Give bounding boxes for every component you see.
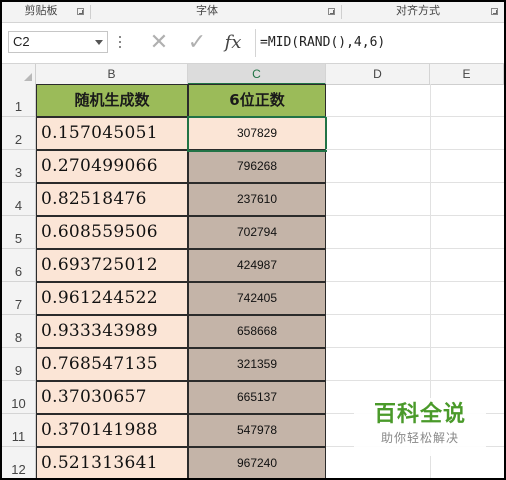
row-number: 10 xyxy=(11,396,26,411)
spreadsheet-window: 剪贴板 字体 对齐方式 C2 ✕ ✓ fx =MID(RAND(),4,6) B… xyxy=(2,2,504,478)
cell-six-digit-value[interactable]: 665137 xyxy=(188,381,326,414)
row-number: 1 xyxy=(14,99,23,114)
insert-function-icon[interactable]: fx xyxy=(220,30,246,56)
ribbon-group-label: 字体 xyxy=(196,4,218,17)
cell-six-digit-value[interactable]: 307829 xyxy=(188,117,326,150)
cell-random-value[interactable]: 0.768547135 xyxy=(36,348,188,381)
gridline xyxy=(326,314,504,315)
watermark-title: 百科全说 xyxy=(373,402,466,427)
row-header[interactable]: 1 xyxy=(2,84,35,117)
row-number: 5 xyxy=(14,231,23,246)
cell-random-value[interactable]: 0.270499066 xyxy=(36,150,188,183)
ribbon-group-clipboard[interactable]: 剪贴板 xyxy=(16,2,66,21)
gridline xyxy=(326,116,504,117)
cell-six-digit-value[interactable]: 321359 xyxy=(188,348,326,381)
font-launcher-icon[interactable] xyxy=(328,8,335,15)
row-header[interactable]: 5 xyxy=(2,216,35,249)
row-number: 3 xyxy=(14,165,23,180)
formula-bar: C2 ✕ ✓ fx =MID(RAND(),4,6) xyxy=(2,23,504,64)
name-box-value: C2 xyxy=(13,34,30,49)
column-header-d[interactable]: D xyxy=(326,64,430,84)
gridline xyxy=(326,149,504,150)
cell-six-digit-value[interactable]: 742405 xyxy=(188,282,326,315)
row-header[interactable]: 9 xyxy=(2,348,35,381)
cell-six-digit-value[interactable]: 237610 xyxy=(188,183,326,216)
ribbon-group-label: 剪贴板 xyxy=(24,4,58,17)
row-header[interactable]: 8 xyxy=(2,315,35,348)
row-number: 4 xyxy=(14,198,23,213)
drag-handle-icon[interactable] xyxy=(119,36,122,50)
cell-six-digit-value[interactable]: 424987 xyxy=(188,249,326,282)
header-cell-random[interactable]: 随机生成数 xyxy=(36,84,188,117)
row-header[interactable]: 10 xyxy=(2,381,35,414)
row-number: 2 xyxy=(14,132,23,147)
name-box[interactable]: C2 xyxy=(8,31,108,53)
row-number: 8 xyxy=(14,330,23,345)
cell-random-value[interactable]: 0.933343989 xyxy=(36,315,188,348)
row-number: 11 xyxy=(11,429,26,444)
watermark-logo: 百科全说 助你轻松解决 xyxy=(354,398,486,456)
cancel-icon[interactable]: ✕ xyxy=(146,30,172,56)
gridline xyxy=(326,380,504,381)
row-header[interactable]: 6 xyxy=(2,249,35,282)
row-header[interactable]: 2 xyxy=(2,117,35,150)
column-header-e[interactable]: E xyxy=(430,64,504,84)
alignment-launcher-icon[interactable] xyxy=(491,8,498,15)
gridline xyxy=(326,281,504,282)
gridline xyxy=(326,248,504,249)
row-headers: 1 2 3 4 5 6 7 8 9 10 11 12 xyxy=(2,84,36,478)
column-header-c[interactable]: C xyxy=(188,64,326,85)
cell-random-value[interactable]: 0.37030657 xyxy=(36,381,188,414)
enter-icon[interactable]: ✓ xyxy=(184,30,210,56)
ribbon-group-font[interactable]: 字体 xyxy=(182,2,232,21)
clipboard-launcher-icon[interactable] xyxy=(77,8,84,15)
cell-six-digit-value[interactable]: 796268 xyxy=(188,150,326,183)
row-header[interactable]: 4 xyxy=(2,183,35,216)
chevron-down-icon[interactable] xyxy=(95,40,103,45)
divider xyxy=(90,5,91,19)
divider xyxy=(255,29,256,57)
cell-random-value[interactable]: 0.693725012 xyxy=(36,249,188,282)
formula-input[interactable]: =MID(RAND(),4,6) xyxy=(260,33,385,53)
row-header[interactable]: 12 xyxy=(2,447,35,478)
row-number: 7 xyxy=(14,297,23,312)
header-cell-six-digit[interactable]: 6位正数 xyxy=(188,84,326,117)
cell-six-digit-value[interactable]: 702794 xyxy=(188,216,326,249)
cell-six-digit-value[interactable]: 967240 xyxy=(188,447,326,478)
column-header-b[interactable]: B xyxy=(36,64,188,84)
ribbon-group-label: 对齐方式 xyxy=(396,4,440,17)
ribbon-group-labels: 剪贴板 字体 对齐方式 xyxy=(2,2,504,23)
cell-random-value[interactable]: 0.961244522 xyxy=(36,282,188,315)
gridline xyxy=(326,347,504,348)
cell-random-value[interactable]: 0.82518476 xyxy=(36,183,188,216)
ribbon-group-alignment[interactable]: 对齐方式 xyxy=(382,2,454,21)
select-all-corner[interactable] xyxy=(2,64,36,84)
cell-random-value[interactable]: 0.521313641 xyxy=(36,447,188,478)
divider xyxy=(341,5,342,19)
gridline xyxy=(326,182,504,183)
cell-random-value[interactable]: 0.608559506 xyxy=(36,216,188,249)
cell-six-digit-value[interactable]: 547978 xyxy=(188,414,326,447)
row-header[interactable]: 7 xyxy=(2,282,35,315)
gridline xyxy=(326,215,504,216)
cell-six-digit-value[interactable]: 658668 xyxy=(188,315,326,348)
cell-random-value[interactable]: 0.370141988 xyxy=(36,414,188,447)
watermark-subtitle: 助你轻松解决 xyxy=(380,431,459,445)
row-number: 9 xyxy=(14,363,23,378)
column-headers: B C D E xyxy=(2,64,504,85)
row-header[interactable]: 3 xyxy=(2,150,35,183)
row-number: 6 xyxy=(14,264,23,279)
row-header[interactable]: 11 xyxy=(2,414,35,447)
row-number: 12 xyxy=(11,462,26,477)
cell-random-value[interactable]: 0.157045051 xyxy=(36,117,188,150)
